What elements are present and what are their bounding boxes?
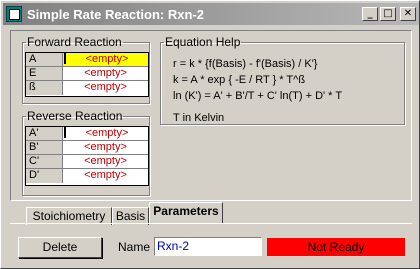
title-bar[interactable]: Simple Rate Reaction: Rxn-2 _ □ ✕ bbox=[3, 3, 419, 25]
name-label: Name bbox=[118, 240, 151, 254]
name-field[interactable]: Rxn-2 bbox=[154, 237, 262, 256]
grid-row-d-prime: D' <empty> bbox=[26, 169, 148, 183]
text-cursor bbox=[64, 53, 66, 64]
equation-lnk: ln (K') = A' + B'/T + C' ln(T) + D' * T bbox=[173, 90, 343, 102]
cell-value: <empty> bbox=[85, 127, 129, 139]
row-label: ß bbox=[26, 81, 63, 95]
equation-units: T in Kelvin bbox=[173, 112, 225, 124]
app-icon[interactable] bbox=[6, 6, 22, 22]
status-badge: Not Ready bbox=[267, 238, 405, 256]
equation-k: k = A * exp { -E / RT } * T^ß bbox=[173, 74, 306, 86]
grid-row-e: E <empty> bbox=[26, 67, 148, 81]
value-cell-e[interactable]: <empty> bbox=[63, 67, 148, 80]
reverse-reaction-grid: A' <empty> B' <empty> C' <empty> D' <emp… bbox=[25, 126, 149, 186]
delete-button[interactable]: Delete bbox=[18, 237, 102, 258]
value-cell-a[interactable]: <empty> bbox=[63, 53, 148, 66]
grid-row-b-prime: B' <empty> bbox=[26, 141, 148, 155]
value-cell-c-prime[interactable]: <empty> bbox=[63, 155, 148, 168]
grid-row-a: A <empty> bbox=[26, 53, 148, 67]
cell-value: <empty> bbox=[85, 53, 129, 65]
reverse-reaction-legend: Reverse Reaction bbox=[27, 109, 123, 123]
minimize-button[interactable]: _ bbox=[362, 7, 378, 21]
value-cell-d-prime[interactable]: <empty> bbox=[63, 169, 148, 183]
row-label: A' bbox=[26, 127, 63, 140]
equation-help-legend: Equation Help bbox=[165, 35, 241, 49]
value-cell-beta[interactable]: <empty> bbox=[63, 81, 148, 95]
tab-parameters[interactable]: Parameters bbox=[149, 202, 223, 223]
row-label: B' bbox=[26, 141, 63, 154]
maximize-button[interactable]: □ bbox=[380, 7, 396, 21]
window-title: Simple Rate Reaction: Rxn-2 bbox=[27, 6, 204, 22]
close-button[interactable]: ✕ bbox=[400, 7, 416, 21]
equation-rate: r = k * {f(Basis) - f'(Basis) / K'} bbox=[173, 58, 318, 70]
value-cell-a-prime[interactable]: <empty> bbox=[63, 127, 148, 140]
row-label: D' bbox=[26, 169, 63, 183]
parameters-panel: Forward Reaction A <empty> E <empty> ß <… bbox=[10, 30, 412, 201]
text-cursor bbox=[64, 127, 66, 138]
forward-reaction-legend: Forward Reaction bbox=[27, 35, 122, 49]
reaction-window: Simple Rate Reaction: Rxn-2 _ □ ✕ Forwar… bbox=[0, 0, 420, 269]
grid-row-c-prime: C' <empty> bbox=[26, 155, 148, 169]
grid-row-a-prime: A' <empty> bbox=[26, 127, 148, 141]
row-label: A bbox=[26, 53, 63, 66]
row-label: C' bbox=[26, 155, 63, 168]
grid-row-beta: ß <empty> bbox=[26, 81, 148, 95]
row-label: E bbox=[26, 67, 63, 80]
tab-baseline bbox=[10, 223, 412, 224]
forward-reaction-grid: A <empty> E <empty> ß <empty> bbox=[25, 52, 149, 97]
value-cell-b-prime[interactable]: <empty> bbox=[63, 141, 148, 154]
